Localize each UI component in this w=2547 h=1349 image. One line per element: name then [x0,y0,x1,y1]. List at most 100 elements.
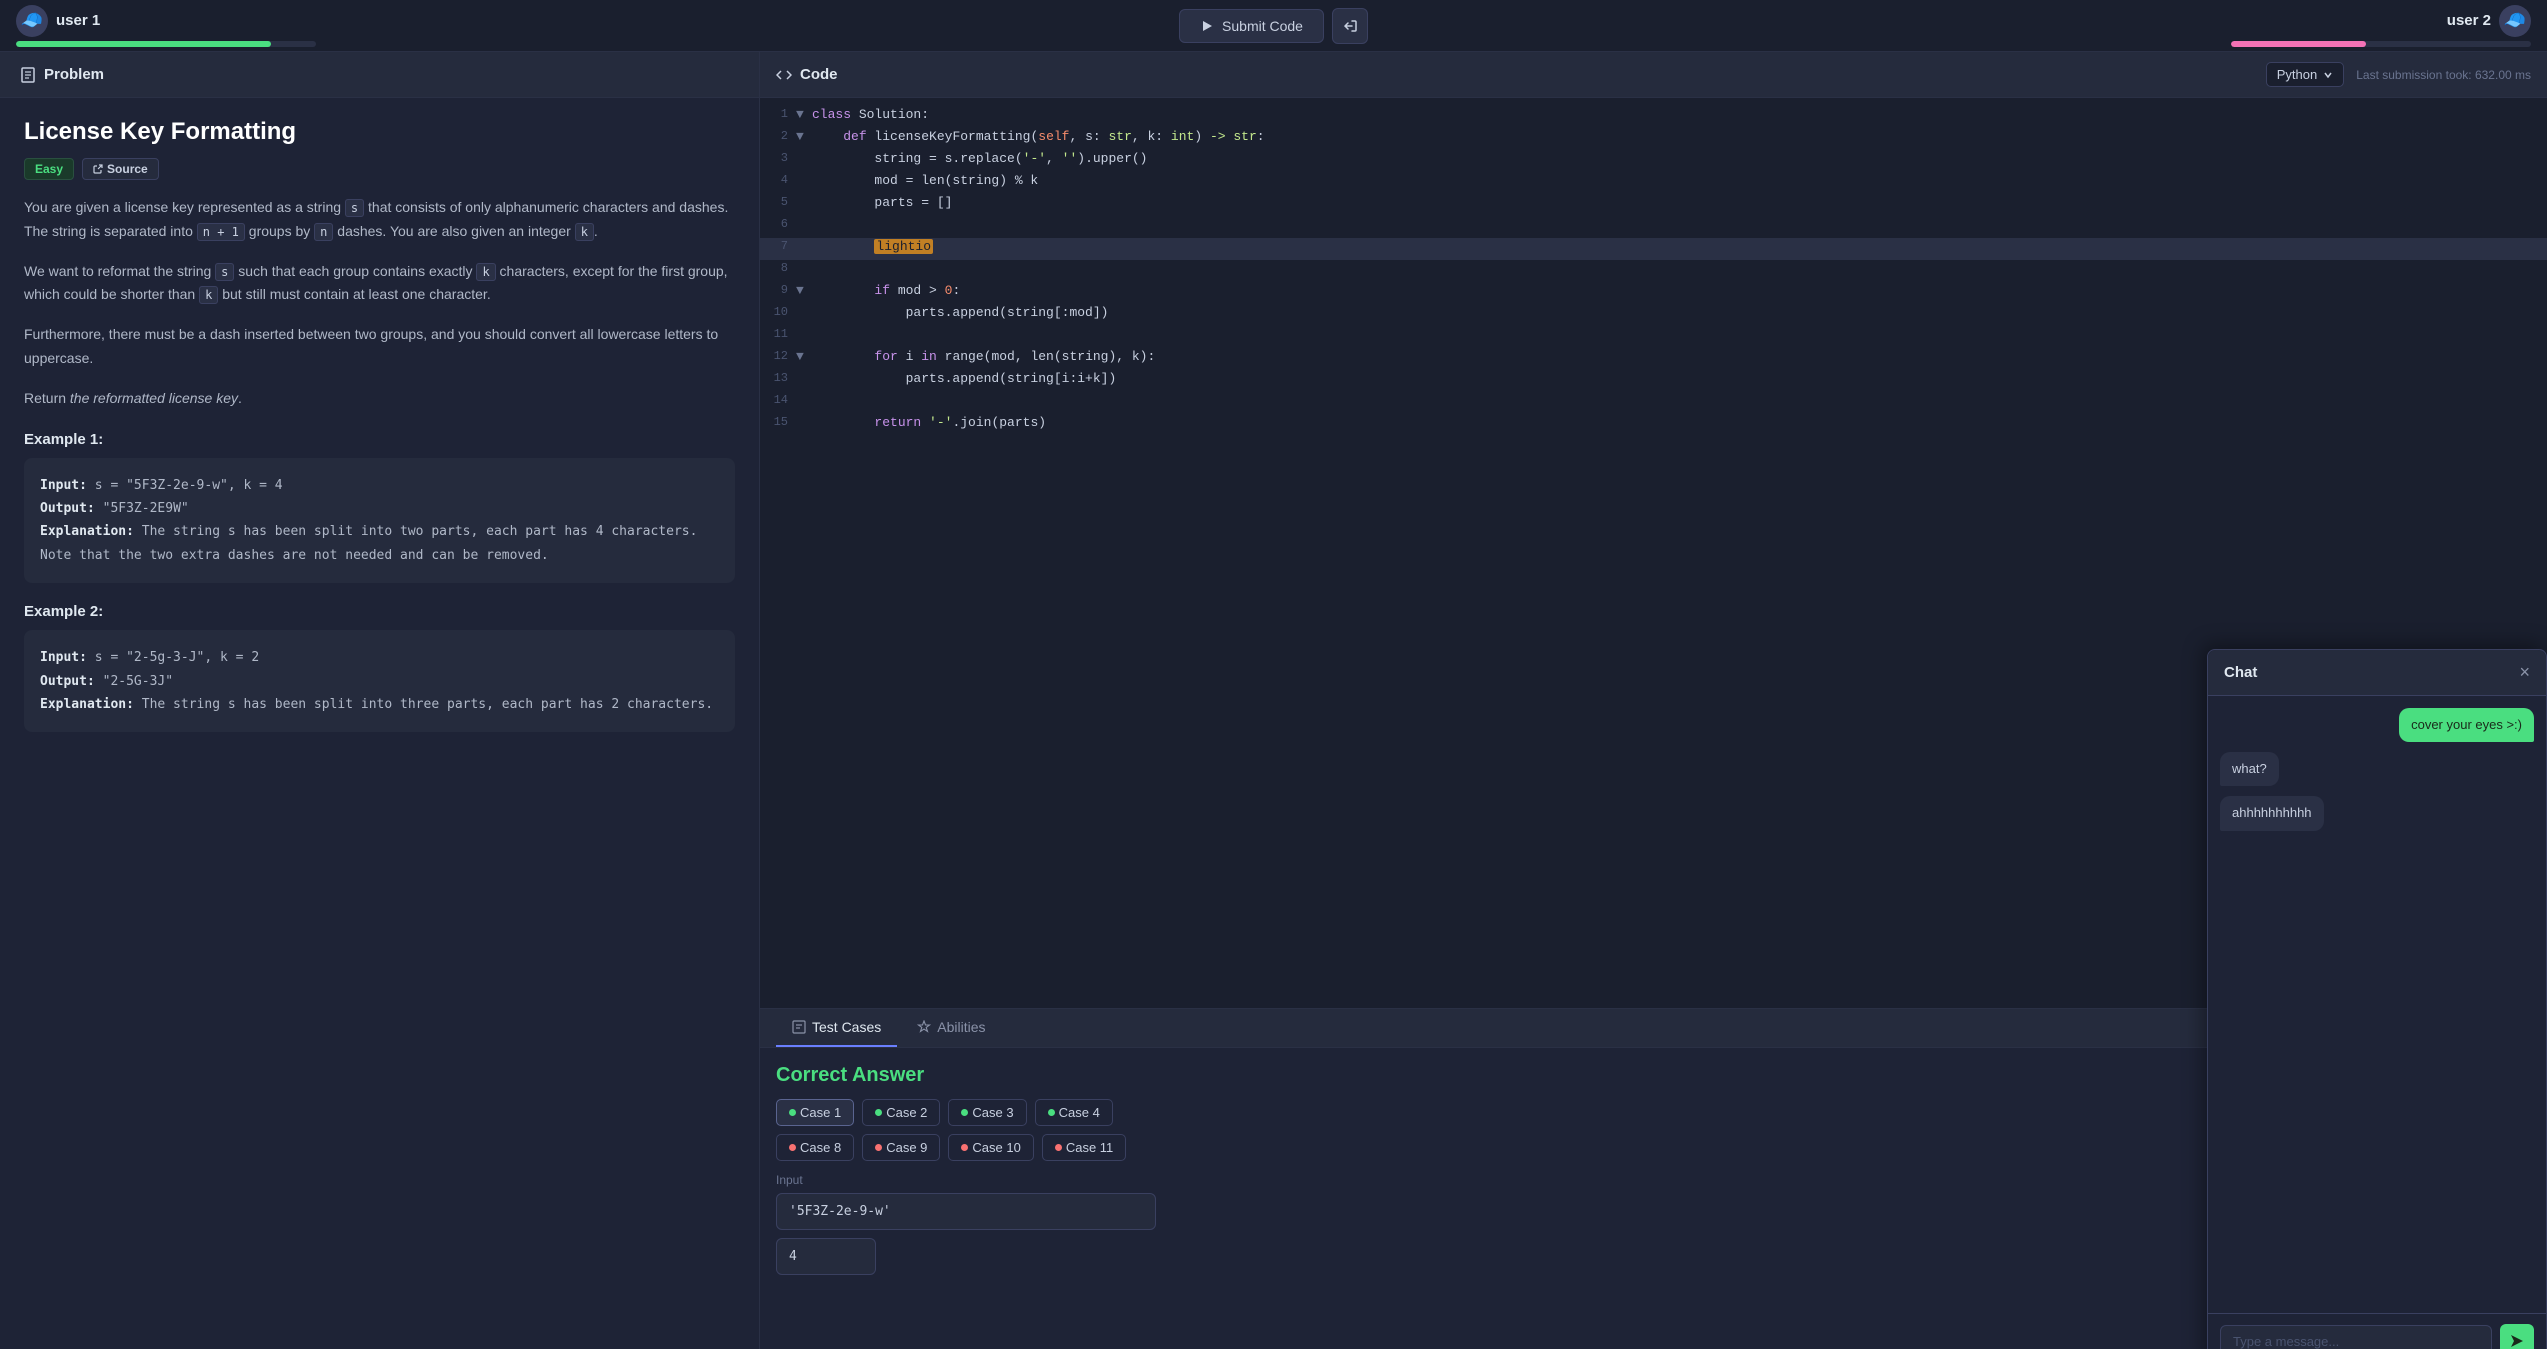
user1-name: user 1 [56,12,100,29]
case-button-case-10[interactable]: Case 10 [948,1134,1033,1161]
case-dot-6 [961,1144,968,1151]
line-number-7: 7 [760,239,796,253]
case-label-4: Case 8 [800,1140,841,1155]
inline-code-n1: n + 1 [197,223,245,241]
line-code-15[interactable]: return '-'.join(parts) [812,415,1046,430]
case-label-1: Case 2 [886,1105,927,1120]
problem-header-label: Problem [44,66,104,83]
main-layout: Problem License Key Formatting Easy Sour… [0,52,2547,1349]
chat-input[interactable] [2220,1325,2492,1349]
code-header-right: Python Last submission took: 632.00 ms [2266,62,2531,87]
chat-message-0: cover your eyes >:) [2399,708,2534,742]
user1-progress-fill [16,41,271,47]
chat-panel: Chat × cover your eyes >:)what?ahhhhhhhh… [2207,649,2547,1349]
user2-progress-fill [2231,41,2366,47]
submit-button[interactable]: Submit Code [1179,9,1324,43]
case-label-0: Case 1 [800,1105,841,1120]
code-line-7: 7 lightio [760,238,2547,260]
problem-panel-header: Problem [0,52,759,98]
code-line-13: 13 parts.append(string[i:i+k]) [760,370,2547,392]
inline-code-k2: k [476,263,495,281]
highlight-text: lightio [874,239,933,254]
case-button-case-2[interactable]: Case 2 [862,1099,940,1126]
example1-block: Input: s = "5F3Z-2e-9-w", k = 4 Output: … [24,458,735,584]
line-number-1: 1 [760,107,796,121]
code-line-3: 3 string = s.replace('-', '').upper() [760,150,2547,172]
line-code-4[interactable]: mod = len(string) % k [812,173,1038,188]
ex2-explain-label: Explanation: [40,697,134,712]
line-code-7[interactable]: lightio [812,239,933,254]
ex1-explain-label: Explanation: [40,524,134,539]
line-code-10[interactable]: parts.append(string[:mod]) [812,305,1108,320]
case-label-2: Case 3 [972,1105,1013,1120]
line-number-14: 14 [760,393,796,407]
ex2-output-label: Output: [40,674,95,689]
user1-progress-bar [16,41,316,47]
exit-button[interactable] [1332,8,1368,44]
line-code-1[interactable]: class Solution: [812,107,929,122]
example2-block: Input: s = "2-5g-3-J", k = 2 Output: "2-… [24,630,735,732]
line-code-2[interactable]: def licenseKeyFormatting(self, s: str, k… [812,129,1265,144]
code-icon [776,67,792,83]
case-dot-7 [1055,1144,1062,1151]
right-panel: Code Python Last submission took: 632.00… [760,52,2547,1349]
user2-section: user 2 🧢 [2191,5,2531,47]
badges-row: Easy Source [24,158,735,180]
user2-avatar: 🧢 [2499,5,2531,37]
send-icon [2509,1333,2525,1349]
problem-desc1: You are given a license key represented … [24,196,735,244]
send-button[interactable] [2500,1324,2534,1349]
code-header: Code Python Last submission took: 632.00… [760,52,2547,98]
case-button-case-1[interactable]: Case 1 [776,1099,854,1126]
line-code-3[interactable]: string = s.replace('-', '').upper() [812,151,1147,166]
case-button-case-8[interactable]: Case 8 [776,1134,854,1161]
line-number-10: 10 [760,305,796,319]
line-arrow-1: ▼ [796,107,812,122]
case-dot-1 [875,1109,882,1116]
problem-desc2: We want to reformat the string s such th… [24,260,735,308]
line-code-13[interactable]: parts.append(string[i:i+k]) [812,371,1116,386]
case-button-case-4[interactable]: Case 4 [1035,1099,1113,1126]
user1-avatar: 🧢 [16,5,48,37]
chat-close-button[interactable]: × [2519,662,2530,683]
inline-code-k3: k [199,286,218,304]
code-line-6: 6 [760,216,2547,238]
user1-info: 🧢 user 1 [16,5,100,37]
line-number-4: 4 [760,173,796,187]
test-cases-icon [792,1020,806,1034]
line-arrow-12: ▼ [796,349,812,364]
chat-message-2: ahhhhhhhhhh [2220,796,2324,830]
topbar: 🧢 user 1 Submit Code user 2 🧢 [0,0,2547,52]
ex2-input-label: Input: [40,650,87,665]
code-line-14: 14 [760,392,2547,414]
tab-abilities[interactable]: Abilities [901,1009,1001,1047]
ex1-output-label: Output: [40,501,95,516]
doc-icon [20,67,36,83]
case-button-case-11[interactable]: Case 11 [1042,1134,1126,1161]
center-controls: Submit Code [1179,8,1368,44]
play-icon [1200,19,1214,33]
code-line-15: 15 return '-'.join(parts) [760,414,2547,436]
k-value: 4 [776,1238,876,1275]
code-line-11: 11 [760,326,2547,348]
line-code-9[interactable]: if mod > 0: [812,283,960,298]
inline-code-s2: s [215,263,234,281]
chat-title: Chat [2224,664,2257,681]
line-number-2: 2 [760,129,796,143]
line-code-5[interactable]: parts = [] [812,195,952,210]
line-number-8: 8 [760,261,796,275]
inline-code-s: s [345,199,364,217]
case-button-case-9[interactable]: Case 9 [862,1134,940,1161]
user1-section: 🧢 user 1 [16,5,356,47]
case-button-case-3[interactable]: Case 3 [948,1099,1026,1126]
language-selector[interactable]: Python [2266,62,2344,87]
left-panel: Problem License Key Formatting Easy Sour… [0,52,760,1349]
line-number-11: 11 [760,327,796,341]
example1-title: Example 1: [24,431,735,448]
line-number-6: 6 [760,217,796,231]
tab-test-cases[interactable]: Test Cases [776,1009,897,1047]
problem-desc3: Furthermore, there must be a dash insert… [24,323,735,371]
line-code-12[interactable]: for i in range(mod, len(string), k): [812,349,1155,364]
case-dot-0 [789,1109,796,1116]
badge-source[interactable]: Source [82,158,159,180]
